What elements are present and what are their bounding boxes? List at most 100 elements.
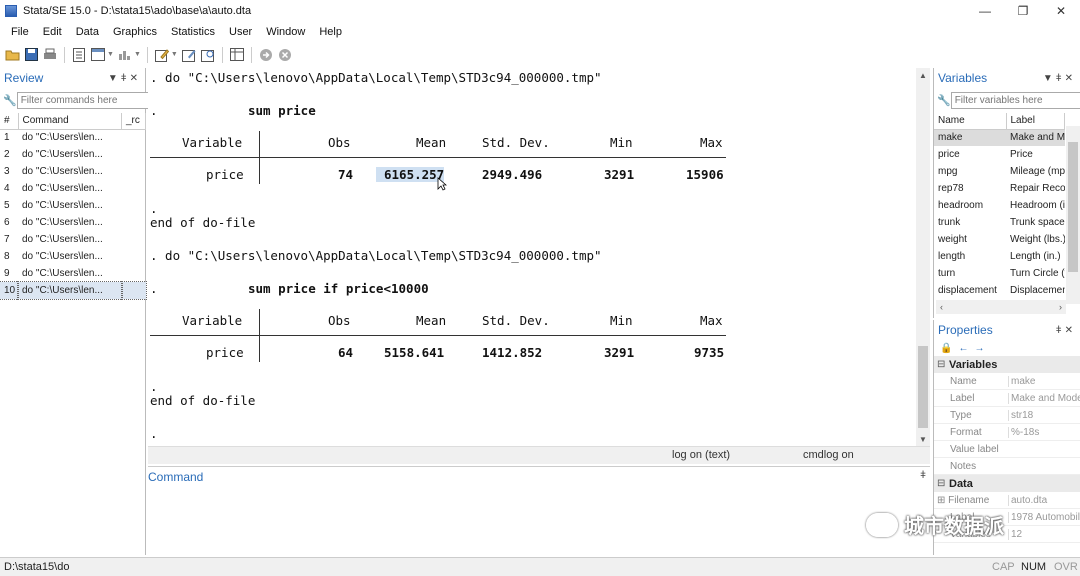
scroll-down-icon[interactable]: ▼ [916,432,930,446]
pin-icon[interactable]: ǂ [1056,325,1065,336]
close-button[interactable]: ✕ [1042,0,1080,22]
property-row[interactable]: Name make [934,373,1080,390]
table-row[interactable]: 1 do "C:\Users\len... [0,129,146,146]
graph-icon[interactable] [117,47,133,63]
print-icon[interactable] [42,47,58,63]
scroll-left-icon[interactable]: ‹ [940,302,943,312]
chevron-down-icon[interactable]: ▼ [171,51,178,58]
wrench-icon[interactable]: 🔧 [937,91,951,109]
results-scrollbar[interactable]: ▲ ▼ [916,68,930,446]
review-pane: Review ▼ǂ✕ 🔧 i # Command _rc 1 do "C:\Use… [0,68,163,555]
table-row[interactable]: turn Turn Circle (ft.) [934,265,1065,282]
scrollbar-thumb[interactable] [918,346,928,428]
toolbar-separator [146,46,148,63]
log-status[interactable]: log on (text) [672,449,730,461]
more-icon[interactable] [258,47,274,63]
property-row[interactable]: Notes [934,458,1080,475]
col-number[interactable]: # [0,113,19,130]
toolbar-separator [250,46,252,63]
chevron-down-icon[interactable]: ▼ [107,51,114,58]
scrollbar-thumb[interactable] [1068,142,1078,272]
filter-icon[interactable]: ▼ [108,73,121,84]
pane-controls: ▼ǂ✕ [1043,73,1076,84]
property-row[interactable]: Format %-18s [934,424,1080,441]
viewer-icon[interactable] [90,47,106,63]
cmdlog-status[interactable]: cmdlog on [803,449,854,461]
menu-user[interactable]: User [222,26,259,38]
property-row[interactable]: Value label [934,441,1080,458]
wrench-icon[interactable]: 🔧 [3,91,17,109]
filter-icon[interactable]: ▼ [1043,73,1056,84]
properties-section-data[interactable]: ⊟ Data [934,475,1080,492]
table-row[interactable]: 2 do "C:\Users\len... [0,146,146,163]
row-std-dev: 2949.496 [482,167,543,182]
do-file-editor-icon[interactable] [154,47,170,63]
log-icon[interactable] [71,47,87,63]
property-row[interactable]: ⊞ Filename auto.dta [934,492,1080,509]
variables-scrollbar[interactable] [1066,126,1080,304]
variables-manager-icon[interactable] [229,47,245,63]
col-label[interactable]: Label [1006,113,1065,130]
table-row-selected[interactable]: makeMake and Model [934,129,1065,146]
pane-controls: ▼ǂ✕ [108,73,141,84]
back-arrow-icon[interactable]: ← [958,343,968,354]
save-icon[interactable] [23,47,39,63]
menu-statistics[interactable]: Statistics [164,26,222,38]
col-command[interactable]: Command [18,113,122,130]
open-icon[interactable] [4,47,20,63]
table-row[interactable]: mpg Mileage (mpg) [934,163,1065,180]
table-row[interactable]: price Price [934,146,1065,163]
variables-filter-input[interactable] [950,91,1080,109]
properties-section-variables[interactable]: ⊟ Variables [934,356,1080,373]
pin-icon[interactable]: ǂ [1056,73,1065,84]
table-row[interactable]: 8 do "C:\Users\len... [0,248,146,265]
table-row[interactable]: length Length (in.) [934,248,1065,265]
minimize-button[interactable]: — [966,0,1004,22]
pin-icon[interactable]: ǂ [920,470,926,481]
break-icon[interactable] [277,47,293,63]
table-row[interactable]: 9 do "C:\Users\len... [0,265,146,282]
table-row[interactable]: headroom Headroom (in.) [934,197,1065,214]
collapse-icon[interactable]: ⊟ [937,478,949,489]
table-row[interactable]: weight Weight (lbs.) [934,231,1065,248]
expand-icon[interactable]: ⊞ [937,495,948,506]
data-editor-browse-icon[interactable] [200,47,216,63]
menu-help[interactable]: Help [312,26,349,38]
table-row[interactable]: rep78 Repair Record 1978 [934,180,1065,197]
ovr-indicator: OVR [1054,561,1078,573]
maximize-button[interactable]: ❐ [1004,0,1042,22]
results-window[interactable]: . do "C:\Users\lenovo\AppData\Local\Temp… [148,68,916,446]
col-name[interactable]: Name [934,113,1007,130]
table-row[interactable]: 6 do "C:\Users\len... [0,214,146,231]
table-row[interactable]: 7 do "C:\Users\len... [0,231,146,248]
menu-file[interactable]: File [4,26,36,38]
close-icon[interactable]: ✕ [1065,325,1076,336]
property-row[interactable]: Type str18 [934,407,1080,424]
chevron-down-icon[interactable]: ▼ [134,51,141,58]
scroll-up-icon[interactable]: ▲ [916,68,930,82]
table-row[interactable]: trunk Trunk space (cu. ft.) [934,214,1065,231]
table-row[interactable]: 4 do "C:\Users\len... [0,180,146,197]
property-row[interactable]: Label Make and Model [934,390,1080,407]
menu-window[interactable]: Window [259,26,312,38]
forward-arrow-icon[interactable]: → [974,343,984,354]
variables-hscrollbar[interactable]: ‹ › [936,300,1066,314]
pin-icon[interactable]: ǂ [121,73,130,84]
table-row[interactable]: 5 do "C:\Users\len... [0,197,146,214]
table-row[interactable]: 3 do "C:\Users\len... [0,163,146,180]
review-filter-input[interactable] [16,91,157,109]
lock-icon[interactable]: 🔒 [940,343,952,354]
col-rc[interactable]: _rc [121,113,146,130]
table-row-selected[interactable]: 10 do "C:\Users\len... [0,281,147,300]
menu-data[interactable]: Data [69,26,106,38]
close-icon[interactable]: ✕ [1065,73,1076,84]
menu-edit[interactable]: Edit [36,26,69,38]
data-editor-edit-icon[interactable] [181,47,197,63]
scroll-right-icon[interactable]: › [1059,302,1062,312]
command-window[interactable]: Command ǂ [148,466,930,555]
collapse-icon[interactable]: ⊟ [937,359,949,370]
menu-graphics[interactable]: Graphics [106,26,164,38]
var-label: Price [1010,149,1033,160]
close-icon[interactable]: ✕ [130,73,141,84]
table-row[interactable]: displacement Displacement (cu. in.) [934,282,1065,299]
